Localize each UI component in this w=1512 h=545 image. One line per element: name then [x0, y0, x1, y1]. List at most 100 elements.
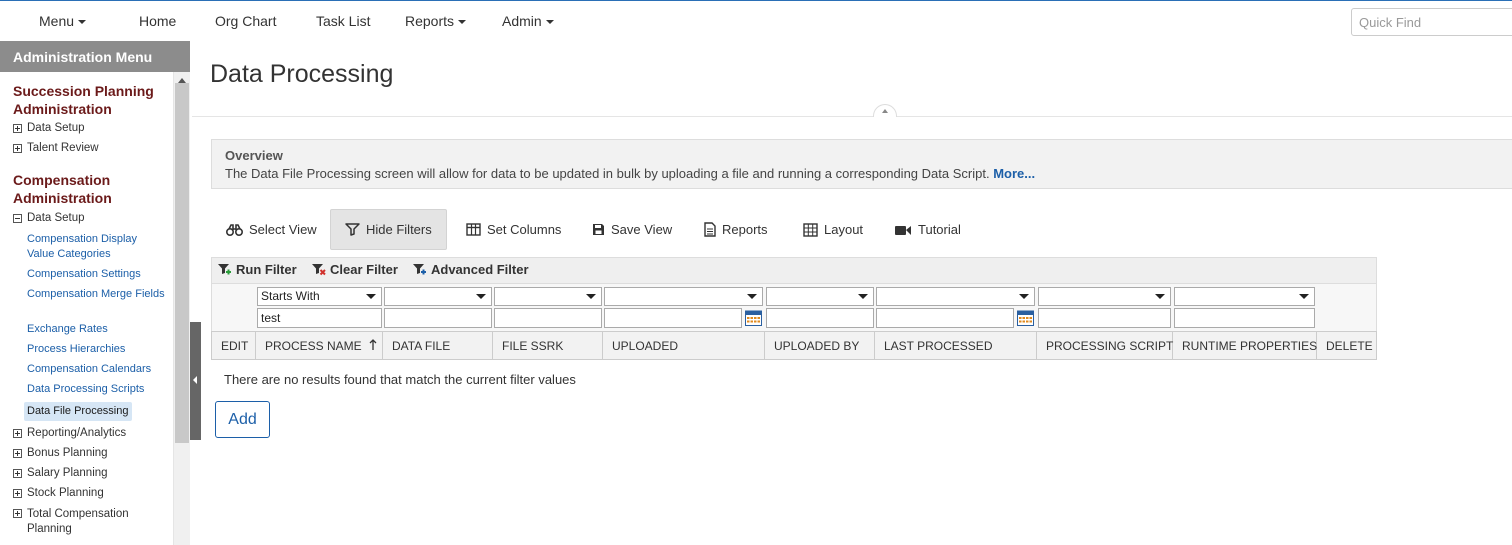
process-name-filter-input[interactable]: test: [257, 308, 382, 328]
collapse-header-button[interactable]: [873, 104, 897, 117]
data-file-filter-input[interactable]: [384, 308, 492, 328]
select-view-button[interactable]: Select View: [212, 209, 331, 250]
expand-icon[interactable]: [13, 468, 22, 478]
column-header-data-file[interactable]: DATA FILE: [383, 332, 493, 359]
expand-icon[interactable]: [13, 428, 22, 438]
file-ssrk-filter-input[interactable]: [494, 308, 602, 328]
sidebar-item-data-setup-compensation[interactable]: Data Setup: [13, 212, 85, 224]
sidebar-item-bonus-planning[interactable]: Bonus Planning: [13, 447, 108, 459]
save-view-button[interactable]: Save View: [578, 209, 686, 250]
process-name-operator-select[interactable]: Starts With: [257, 287, 382, 306]
uploaded-date-input[interactable]: [604, 308, 742, 328]
uploaded-by-operator-select[interactable]: [766, 287, 874, 306]
section-succession-planning[interactable]: Succession Planning Administration: [13, 82, 163, 118]
run-filter-label: Run Filter: [236, 262, 297, 277]
set-columns-button[interactable]: Set Columns: [452, 209, 575, 250]
column-header-file-ssrk[interactable]: FILE SSRK: [493, 332, 603, 359]
section-compensation-administration[interactable]: Compensation Administration: [13, 171, 163, 207]
admin-sidebar: Administration Menu Succession Planning …: [0, 41, 190, 545]
hide-filters-button[interactable]: Hide Filters: [330, 209, 447, 250]
advanced-filter-label: Advanced Filter: [431, 262, 529, 277]
sidebar-link-data-processing-scripts[interactable]: Data Processing Scripts: [27, 382, 167, 397]
sidebar-link-compensation-settings[interactable]: Compensation Settings: [27, 267, 167, 282]
column-header-edit[interactable]: EDIT: [212, 332, 256, 359]
columns-icon: [466, 223, 481, 236]
runtime-properties-operator-select[interactable]: [1174, 287, 1315, 306]
sidebar-item-data-setup-succession[interactable]: Data Setup: [13, 122, 85, 134]
sidebar-link-exchange-rates[interactable]: Exchange Rates: [27, 322, 167, 337]
sidebar-item-total-compensation-planning[interactable]: Total Compensation Planning: [13, 507, 147, 537]
layout-button[interactable]: Layout: [789, 209, 877, 250]
nav-menu[interactable]: Menu: [39, 13, 87, 29]
column-header-last-processed[interactable]: LAST PROCESSED: [875, 332, 1037, 359]
chevron-down-icon: [1299, 294, 1309, 299]
reports-button[interactable]: Reports: [690, 209, 782, 250]
overview-more-link[interactable]: More...: [993, 166, 1035, 181]
expand-icon[interactable]: [13, 509, 22, 518]
sidebar-item-stock-planning[interactable]: Stock Planning: [13, 487, 104, 499]
sidebar-item-talent-review[interactable]: Talent Review: [13, 142, 99, 154]
layout-label: Layout: [824, 222, 864, 237]
last-processed-operator-select[interactable]: [876, 287, 1035, 306]
title-divider: [192, 116, 1512, 117]
sidebar-item-label: Bonus Planning: [27, 447, 108, 459]
sidebar-item-label: Talent Review: [27, 142, 99, 154]
nav-admin[interactable]: Admin: [502, 13, 554, 29]
chevron-down-icon: [1019, 294, 1029, 299]
grid-header: EDIT PROCESS NAME DATA FILE FILE SSRK UP…: [211, 331, 1377, 360]
column-header-runtime-properties[interactable]: RUNTIME PROPERTIES: [1173, 332, 1317, 359]
sidebar-link-process-hierarchies[interactable]: Process Hierarchies: [27, 342, 167, 357]
sidebar-item-reporting-analytics[interactable]: Reporting/Analytics: [13, 427, 126, 439]
nav-reports[interactable]: Reports: [405, 13, 467, 29]
runtime-properties-filter-input[interactable]: [1174, 308, 1315, 328]
sidebar-item-label: Salary Planning: [27, 467, 108, 479]
advanced-filter-button[interactable]: Advanced Filter: [412, 262, 529, 277]
uploaded-operator-select[interactable]: [604, 287, 763, 306]
expand-icon[interactable]: [13, 143, 22, 153]
column-header-process-name[interactable]: PROCESS NAME: [256, 332, 383, 359]
sidebar-link-compensation-display-value-categories[interactable]: Compensation Display Value Categories: [27, 232, 167, 262]
clear-filter-button[interactable]: Clear Filter: [311, 262, 398, 277]
expand-icon[interactable]: [13, 123, 22, 133]
column-header-uploaded[interactable]: UPLOADED: [603, 332, 765, 359]
video-camera-icon: [894, 224, 912, 236]
processing-script-filter-input[interactable]: [1038, 308, 1171, 328]
chevron-down-icon: [747, 294, 757, 299]
expand-icon[interactable]: [13, 448, 22, 458]
overview-panel: Overview The Data File Processing screen…: [211, 139, 1512, 189]
file-ssrk-operator-select[interactable]: [494, 287, 602, 306]
column-header-delete[interactable]: DELETE: [1317, 332, 1376, 359]
clear-filter-icon: [311, 263, 326, 276]
last-processed-date-input[interactable]: [876, 308, 1014, 328]
calendar-icon[interactable]: [745, 310, 762, 326]
select-view-label: Select View: [249, 222, 317, 237]
sidebar-collapse-handle[interactable]: [190, 322, 201, 440]
expand-icon[interactable]: [13, 488, 22, 498]
page-title: Data Processing: [210, 60, 394, 88]
quick-find-input[interactable]: [1351, 8, 1512, 36]
run-filter-button[interactable]: Run Filter: [217, 262, 297, 277]
collapse-icon[interactable]: [13, 213, 22, 223]
sidebar-scrollbar[interactable]: [173, 72, 190, 545]
column-header-uploaded-by[interactable]: UPLOADED BY: [765, 332, 875, 359]
nav-home[interactable]: Home: [139, 13, 176, 29]
sidebar-link-compensation-merge-fields[interactable]: Compensation Merge Fields: [27, 287, 167, 302]
sidebar-link-data-file-processing[interactable]: Data File Processing: [24, 402, 132, 421]
nav-org-chart[interactable]: Org Chart: [215, 13, 276, 29]
data-file-operator-select[interactable]: [384, 287, 492, 306]
overview-description: The Data File Processing screen will all…: [225, 166, 990, 181]
overview-text: The Data File Processing screen will all…: [225, 166, 1507, 181]
sidebar-item-salary-planning[interactable]: Salary Planning: [13, 467, 108, 479]
column-header-processing-script[interactable]: PROCESSING SCRIPT: [1037, 332, 1173, 359]
scrollbar-thumb[interactable]: [175, 83, 189, 443]
add-button[interactable]: Add: [215, 401, 270, 438]
nav-task-list[interactable]: Task List: [316, 13, 370, 29]
tutorial-button[interactable]: Tutorial: [880, 209, 975, 250]
sidebar-link-compensation-calendars[interactable]: Compensation Calendars: [27, 362, 167, 377]
sidebar-item-label: Data Setup: [27, 212, 85, 224]
chevron-down-icon: [586, 294, 596, 299]
uploaded-by-filter-input[interactable]: [766, 308, 874, 328]
calendar-icon[interactable]: [1017, 310, 1034, 326]
processing-script-operator-select[interactable]: [1038, 287, 1171, 306]
sidebar-item-label: Data Setup: [27, 122, 85, 134]
